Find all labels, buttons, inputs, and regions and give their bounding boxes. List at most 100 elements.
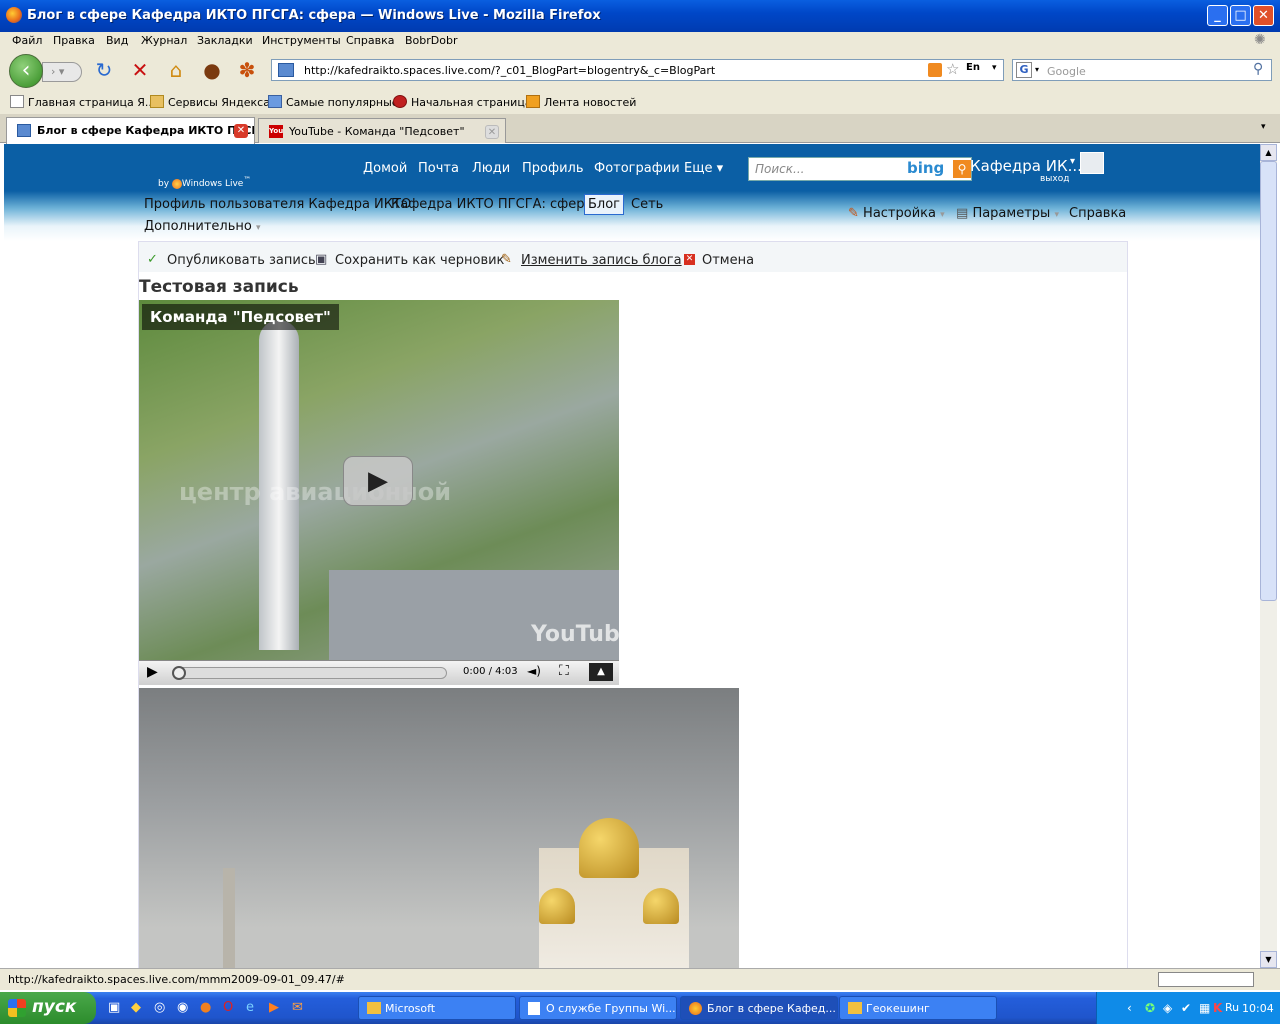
wl-nav-home[interactable]: Домой [363, 161, 407, 176]
quicklaunch-firefox-icon[interactable]: ● [200, 1000, 211, 1015]
avatar[interactable] [1080, 152, 1104, 174]
scroll-up-button[interactable]: ▲ [1260, 144, 1277, 161]
tray-network-icon[interactable]: ✪ [1145, 1001, 1155, 1015]
options-menu[interactable]: ▤ Параметры ▾ [956, 206, 1059, 221]
menu-expand-icon[interactable]: ▲ [589, 663, 613, 681]
forward-button[interactable]: › ▾ [42, 62, 82, 82]
tab-youtube[interactable]: You YouTube - Команда "Педсовет" ✕ [258, 118, 506, 143]
wl-nav-mail[interactable]: Почта [418, 161, 459, 176]
tab-blog[interactable]: Блог в сфере Кафедра ИКТО ПГСГ... ✕ [6, 117, 255, 144]
bookmark-start-page[interactable]: Начальная страница [393, 95, 532, 109]
bookmark-yandex-home[interactable]: Главная страница Я... [10, 95, 155, 109]
quicklaunch-app-icon[interactable]: ✉ [292, 1000, 303, 1015]
wl-search-icon[interactable]: ⚲ [953, 160, 971, 178]
rss-icon[interactable] [928, 63, 942, 77]
quicklaunch-app-icon[interactable]: ◉ [177, 1000, 188, 1015]
youtube-player[interactable]: Команда "Педсовет" центр авиационной ▶ Y… [139, 300, 635, 685]
task-firefox-blog[interactable]: Блог в сфере Кафед... [680, 996, 838, 1020]
edit-post-button[interactable]: ✎ Изменить запись блога [501, 252, 682, 268]
beaver-icon[interactable]: ● [198, 56, 226, 84]
tray-app-icon[interactable]: ✔ [1181, 1001, 1191, 1015]
seek-handle[interactable] [172, 666, 186, 680]
menu-history[interactable]: Журнал [141, 34, 187, 47]
wl-search-input[interactable]: Поиск... bing ⚲ [748, 157, 972, 181]
wl-search-placeholder: Поиск... [755, 162, 805, 176]
play-icon[interactable]: ▶ [147, 664, 158, 680]
subnav-network[interactable]: Сеть [631, 197, 663, 212]
windows-live-flag-icon [171, 178, 182, 189]
task-geocaching[interactable]: Геокешинг [839, 996, 997, 1020]
tab-close-icon[interactable]: ✕ [234, 124, 248, 138]
reload-icon[interactable]: ↻ [90, 56, 118, 84]
keyboard-layout[interactable]: Ru [1225, 1001, 1239, 1014]
quicklaunch-desktop-icon[interactable]: ▣ [108, 1000, 120, 1015]
subnav-space[interactable]: Кафедра ИКТО ПГСГА: сфер... [391, 197, 597, 212]
wl-logout-link[interactable]: выход [1040, 174, 1069, 184]
subnav-more[interactable]: Дополнительно ▾ [144, 219, 261, 234]
video-frame[interactable]: Команда "Педсовет" центр авиационной ▶ Y… [139, 300, 635, 660]
tray-app-icon[interactable]: ▦ [1199, 1001, 1210, 1015]
scroll-down-button[interactable]: ▼ [1260, 951, 1277, 968]
wl-nav-more[interactable]: Еще ▾ [684, 161, 723, 176]
publish-button[interactable]: ✓ Опубликовать запись [147, 252, 316, 268]
maximize-button[interactable]: □ [1230, 5, 1251, 26]
menu-edit[interactable]: Правка [53, 34, 95, 47]
url-dropdown-icon[interactable]: ▾ [992, 63, 997, 73]
menu-help[interactable]: Справка [346, 34, 394, 47]
bookmark-news-feed[interactable]: Лента новостей [526, 95, 636, 109]
menu-tools[interactable]: Инструменты [262, 34, 341, 47]
wl-nav-people[interactable]: Люди [472, 161, 510, 176]
scroll-thumb[interactable] [1260, 161, 1277, 601]
quicklaunch-app-icon[interactable]: ◆ [131, 1000, 141, 1015]
bookmark-popular[interactable]: Самые популярные [268, 95, 399, 109]
play-overlay-icon[interactable]: ▶ [343, 456, 413, 506]
tab-list-icon[interactable]: ▾ [1261, 122, 1266, 132]
back-button[interactable]: ‹ [9, 54, 43, 88]
stop-icon[interactable]: ✕ [126, 56, 154, 84]
subnav-blog[interactable]: Блог [584, 194, 625, 215]
search-bar[interactable]: G ▾ Google ⚲ [1012, 59, 1272, 81]
cancel-label: Отмена [702, 253, 755, 268]
quicklaunch-app-icon[interactable]: ◎ [154, 1000, 165, 1015]
star-icon[interactable]: ☆ [946, 60, 959, 78]
chevron-down-icon[interactable]: ▾ [1070, 156, 1075, 167]
wl-user-name[interactable]: Кафедра ИК... [970, 157, 1082, 175]
seek-bar[interactable] [172, 666, 447, 680]
magnifier-icon[interactable]: ⚲ [1253, 61, 1263, 77]
task-help-group[interactable]: О службе Группы Wi... [519, 996, 677, 1020]
task-microsoft[interactable]: Microsoft [358, 996, 516, 1020]
wl-nav-photos[interactable]: Фотографии [594, 161, 680, 176]
subnav-profile[interactable]: Профиль пользователя Кафедра ИКТО [144, 197, 411, 212]
post-title: Тестовая запись [139, 277, 299, 297]
system-tray: ‹ ✪ ◈ ✔ ▦ K Ru 10:04 [1096, 992, 1280, 1024]
google-icon[interactable]: G [1016, 62, 1032, 78]
save-draft-button[interactable]: ▣ Сохранить как черновик [315, 252, 504, 268]
tray-antivirus-icon[interactable]: K [1213, 1001, 1222, 1015]
menu-bobrdobr[interactable]: BobrDobr [405, 34, 458, 47]
tab-close-icon[interactable]: ✕ [485, 125, 499, 139]
quicklaunch-ie-icon[interactable]: e [246, 1000, 254, 1015]
paw-icon[interactable]: ✽ [233, 56, 261, 84]
cancel-button[interactable]: ✕ Отмена [682, 253, 754, 268]
menu-bookmarks[interactable]: Закладки [197, 34, 253, 47]
close-button[interactable]: ✕ [1253, 5, 1274, 26]
tray-expand-icon[interactable]: ‹ [1127, 1001, 1132, 1015]
help-link[interactable]: Справка [1069, 206, 1126, 221]
wl-nav-profile[interactable]: Профиль [522, 161, 584, 176]
search-engine-dropdown-icon[interactable]: ▾ [1035, 65, 1039, 74]
tray-app-icon[interactable]: ◈ [1163, 1001, 1172, 1015]
home-icon[interactable]: ⌂ [162, 56, 190, 84]
fullscreen-icon[interactable]: ⛶ [559, 663, 569, 679]
volume-icon[interactable]: ◄) [527, 664, 541, 678]
settings-menu[interactable]: ✎ Настройка ▾ [848, 206, 945, 221]
url-bar[interactable]: http://kafedraikto.spaces.live.com/?_c01… [271, 59, 1004, 81]
minimize-button[interactable]: _ [1207, 5, 1228, 26]
bookmark-yandex-services[interactable]: Сервисы Яндекса [150, 95, 270, 109]
menu-file[interactable]: Файл [12, 34, 42, 47]
quicklaunch-media-icon[interactable]: ▶ [269, 1000, 279, 1015]
menu-view[interactable]: Вид [106, 34, 128, 47]
vertical-scrollbar[interactable]: ▲ ▼ [1260, 144, 1277, 968]
start-button[interactable]: пуск [0, 992, 96, 1024]
quicklaunch-opera-icon[interactable]: O [223, 1000, 233, 1015]
task-label: Microsoft [385, 1002, 436, 1015]
